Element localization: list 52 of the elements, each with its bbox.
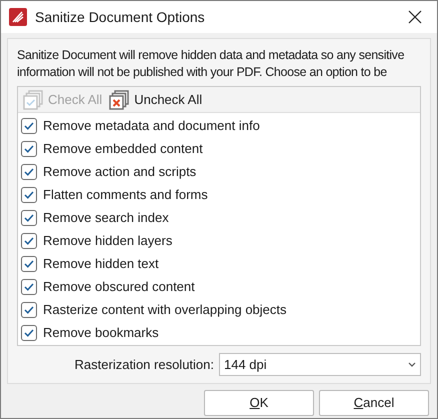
description-text: Sanitize Document will remove hidden data and metadata so any sensitive information will not be published with your PDF. Choose an option to be [17, 47, 406, 81]
checkbox[interactable] [21, 256, 37, 272]
option-label: Remove action and scripts [43, 162, 196, 181]
stacked-check-icon [22, 90, 44, 110]
option-row[interactable]: Remove bookmarks [18, 321, 420, 344]
check-icon [24, 236, 34, 244]
checkbox[interactable] [21, 118, 37, 134]
option-row[interactable]: Remove metadata and document info [18, 114, 420, 137]
check-icon [24, 144, 34, 152]
app-logo-icon [9, 8, 27, 26]
option-row[interactable]: Flatten comments and forms [18, 183, 420, 206]
option-row[interactable]: Rasterize content with overlapping objects [18, 298, 420, 321]
option-label: Remove hidden layers [43, 232, 172, 250]
checkbox[interactable] [21, 186, 37, 202]
check-icon [24, 190, 34, 198]
check-icon [24, 282, 34, 290]
option-label: Remove embedded content [43, 140, 203, 158]
ok-button[interactable]: OK [204, 390, 314, 416]
check-icon [24, 168, 34, 176]
chevron-down-icon [408, 362, 416, 367]
option-label: Remove hidden text [43, 254, 159, 273]
check-icon [24, 260, 34, 268]
option-label: Remove metadata and document info [43, 116, 260, 135]
option-row[interactable]: Remove obscured content [18, 275, 420, 298]
checkbox[interactable] [21, 140, 37, 156]
option-label: Flatten comments and forms [43, 186, 208, 204]
stacked-cross-icon [108, 90, 130, 110]
check-icon [24, 328, 34, 336]
option-label: Remove search index [43, 208, 169, 227]
resolution-label: Rasterization resolution: [74, 356, 214, 374]
resolution-dropdown[interactable]: 144 dpi [219, 353, 421, 376]
option-label: Remove obscured content [43, 278, 195, 296]
check-icon [24, 306, 34, 314]
uncheck-all-button[interactable]: Uncheck All [108, 88, 204, 110]
checkbox[interactable] [21, 232, 37, 248]
option-row[interactable]: Remove hidden text [18, 252, 420, 275]
checkbox[interactable] [21, 164, 37, 180]
checkbox[interactable] [21, 302, 37, 318]
option-label: Rasterize content with overlapping objects [43, 300, 287, 319]
checkbox[interactable] [21, 210, 37, 226]
cancel-button[interactable]: Cancel [319, 390, 429, 416]
close-icon [408, 10, 422, 24]
checkbox[interactable] [21, 278, 37, 294]
option-label: Remove bookmarks [43, 324, 159, 342]
checkbox[interactable] [21, 324, 37, 340]
option-row[interactable]: Remove search index [18, 206, 420, 229]
check-icon [24, 214, 34, 222]
option-row[interactable]: Remove embedded content [18, 137, 420, 160]
check-icon [24, 122, 34, 130]
window-title: Sanitize Document Options [35, 8, 205, 27]
option-row[interactable]: Remove action and scripts [18, 160, 420, 183]
option-row[interactable]: Remove hidden layers [18, 229, 420, 252]
